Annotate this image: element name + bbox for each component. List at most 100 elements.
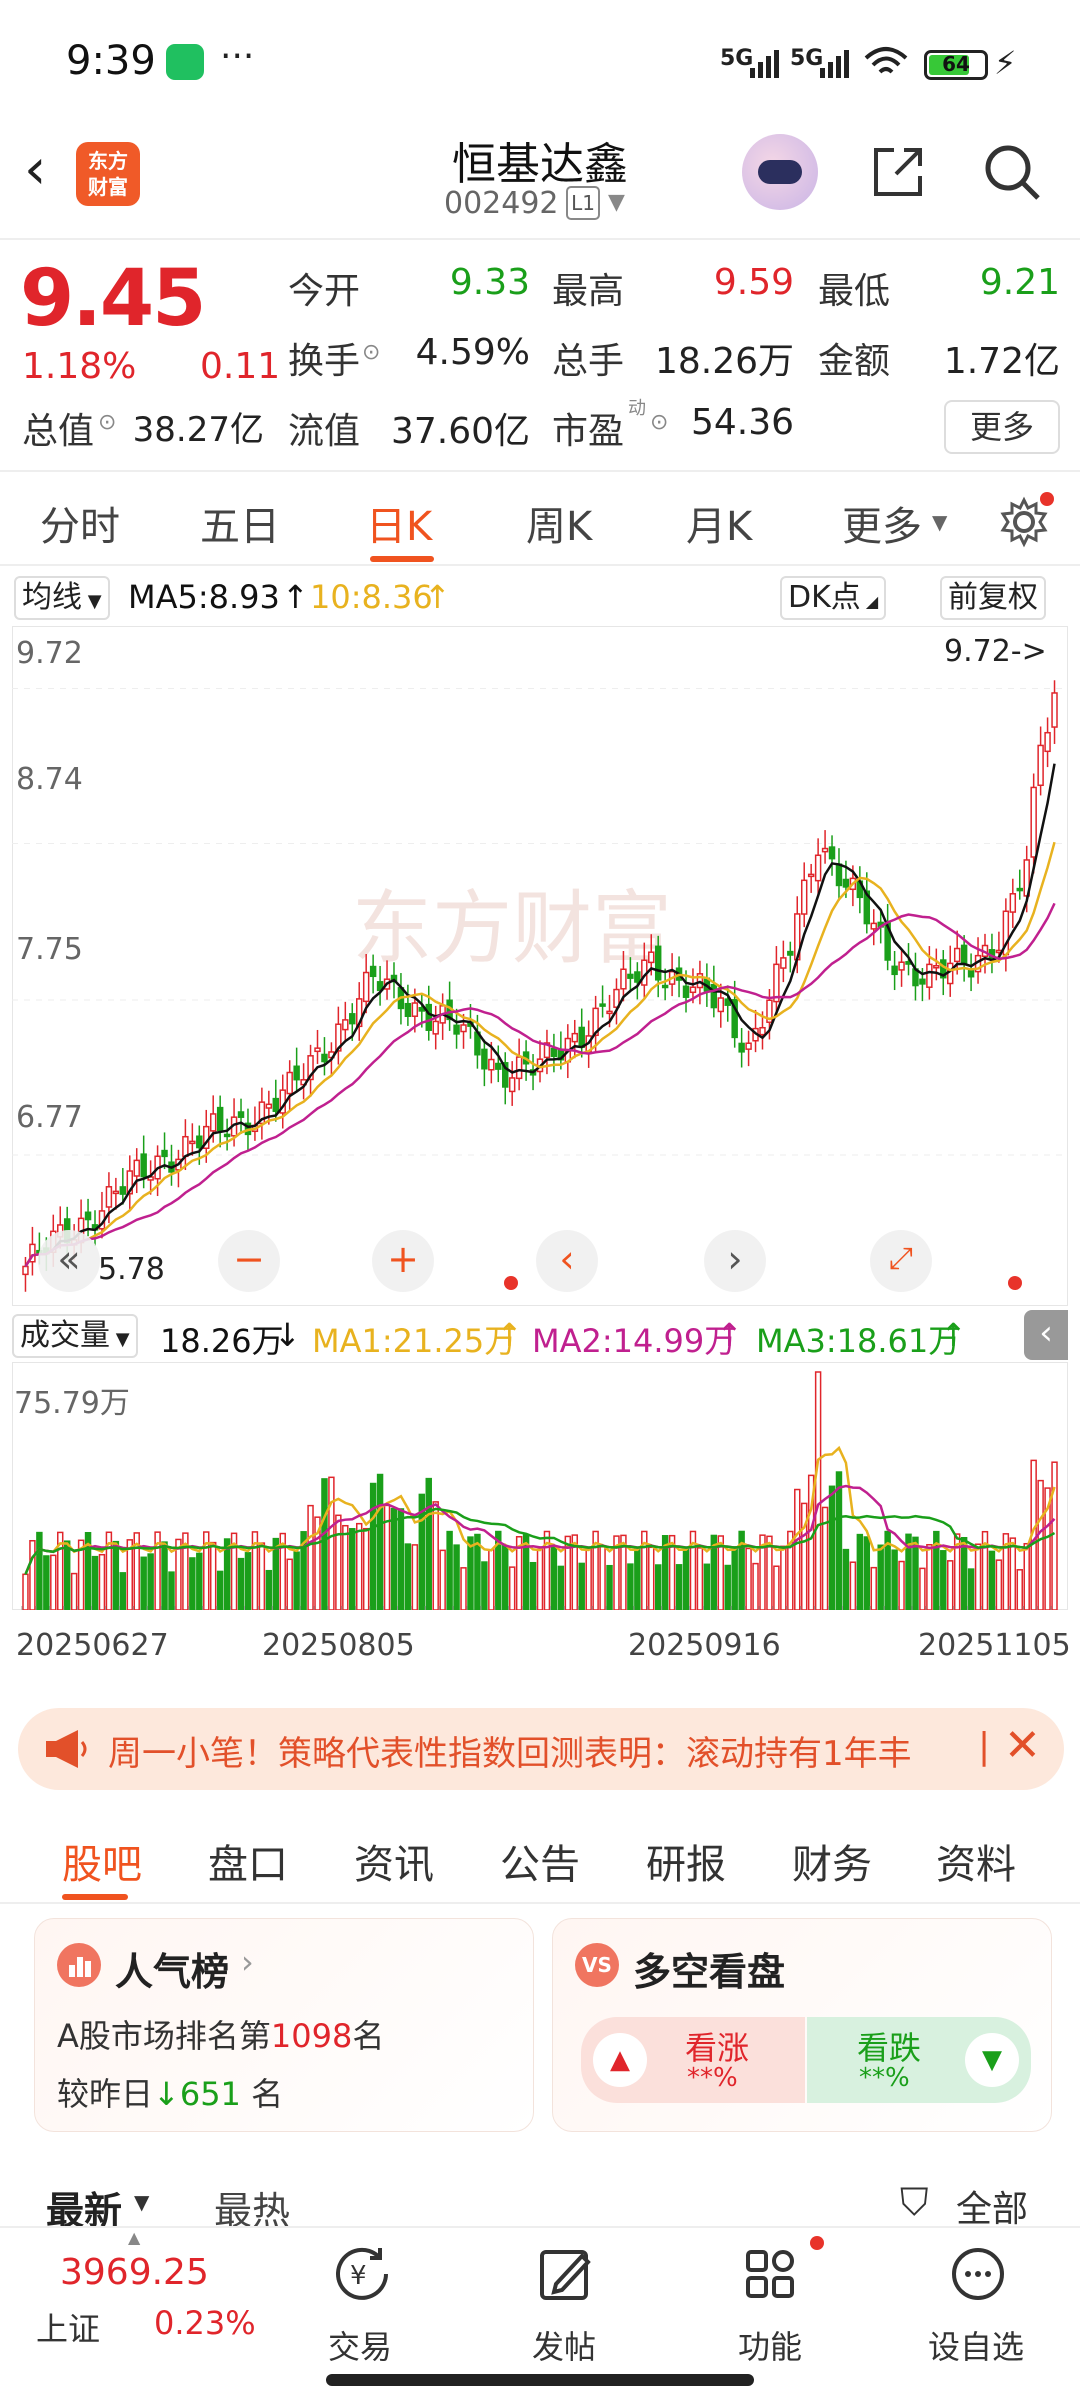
pe-superscript: 动 — [628, 398, 646, 419]
watchlist-label[interactable]: 设自选 — [928, 2322, 1024, 2368]
assistant-robot-icon[interactable] — [742, 134, 818, 210]
triangle-up-icon: ▲ — [593, 2033, 647, 2087]
edit-post-icon[interactable] — [534, 2242, 598, 2306]
tab-announcements[interactable]: 公告 — [500, 1832, 580, 1890]
battery-level: 64 — [942, 52, 970, 76]
chevron-right-icon[interactable]: › — [704, 1230, 766, 1292]
trade-icon[interactable]: ¥ — [330, 2242, 394, 2306]
info-icon[interactable]: ⊙ — [98, 410, 116, 435]
wechat-icon — [166, 44, 204, 80]
chevron-left-icon[interactable]: ‹ — [536, 1230, 598, 1292]
tab-intraday[interactable]: 分时 — [40, 494, 120, 552]
more-notifications-icon: ··· — [220, 36, 255, 77]
ma10-value: 10:8.36 — [310, 578, 433, 616]
fast-back-icon[interactable]: « — [38, 1230, 100, 1292]
tab-news[interactable]: 资讯 — [354, 1832, 434, 1890]
quote-panel: 9.45 1.18% 0.11 今开 9.33 最高 9.59 最低 9.21 … — [0, 238, 1080, 470]
banner-text[interactable]: 周一小笔！策略代表性指数回测表明：滚动持有1年丰 — [108, 1726, 988, 1775]
zoom-out-icon[interactable]: − — [218, 1230, 280, 1292]
ma5-value: MA5:8.93 — [128, 578, 280, 616]
filter-icon[interactable]: ⛉ — [900, 2180, 929, 2225]
index-percent: 0.23% — [154, 2304, 256, 2342]
volume-selector-label: 成交量 — [20, 1318, 110, 1353]
current-price: 9.45 — [20, 254, 206, 344]
volume-value: 18.26万 — [654, 341, 794, 382]
chevron-down-icon[interactable]: ▼ — [608, 190, 625, 215]
banner-divider: | — [978, 1726, 991, 1767]
post-label[interactable]: 发帖 — [532, 2322, 596, 2368]
tab-forum[interactable]: 股吧 — [62, 1832, 142, 1890]
index-name: 上证 — [36, 2310, 101, 2348]
expand-icon[interactable]: ⤢ — [870, 1230, 932, 1292]
ma-selector[interactable]: 均线 ▼ — [14, 576, 110, 620]
svg-text:¥: ¥ — [350, 2261, 367, 2291]
tab-research[interactable]: 研报 — [646, 1832, 726, 1890]
float-label: 流值 — [288, 411, 361, 452]
share-icon[interactable] — [866, 140, 930, 204]
mcap-label: 总值 — [22, 411, 95, 452]
megaphone-icon — [46, 1730, 87, 1768]
popularity-title: 人气榜 — [115, 1950, 230, 1994]
adjust-mode-button[interactable]: 前复权 — [940, 576, 1046, 620]
tab-weekly-k[interactable]: 周K — [526, 494, 592, 552]
low-value: 9.21 — [979, 262, 1060, 303]
rank-value: 1098 — [270, 2017, 353, 2055]
info-icon[interactable]: ⊙ — [362, 340, 380, 365]
apps-icon[interactable] — [738, 2242, 802, 2306]
more-quote-button[interactable]: 更多 — [944, 400, 1060, 454]
popularity-card[interactable]: 人气榜 › A股市场排名第1098名 较昨日↓651 名 — [34, 1918, 534, 2132]
home-indicator[interactable] — [326, 2374, 754, 2386]
func-label[interactable]: 功能 — [738, 2322, 802, 2368]
high-value: 9.59 — [713, 262, 794, 303]
chevron-down-icon[interactable]: ▼ — [134, 2190, 149, 2214]
promo-banner[interactable]: 周一小笔！策略代表性指数回测表明：滚动持有1年丰 | ✕ — [18, 1708, 1064, 1790]
add-watchlist-icon[interactable] — [946, 2242, 1010, 2306]
tab-more-periods[interactable]: 更多 — [842, 494, 922, 552]
volume-selector[interactable]: 成交量 ▼ — [12, 1314, 138, 1358]
signal-2-label: 5G — [790, 46, 824, 71]
ma-selector-label: 均线 — [22, 580, 82, 615]
float-value: 37.60亿 — [390, 411, 530, 452]
min-price-tag: 5.78 — [98, 1252, 165, 1287]
chevron-right-icon[interactable]: › — [241, 1943, 254, 1981]
tab-monthly-k[interactable]: 月K — [686, 494, 752, 552]
index-value[interactable]: 3969.25 — [60, 2252, 209, 2293]
trade-label[interactable]: 交易 — [328, 2322, 392, 2368]
tab-profile[interactable]: 资料 — [936, 1832, 1016, 1890]
zoom-in-icon[interactable]: + — [372, 1230, 434, 1292]
tab-daily-k[interactable]: 日K — [366, 494, 432, 552]
max-price-tag: 9.72-> — [944, 634, 1047, 669]
high-label: 最高 — [552, 271, 625, 312]
chevron-up-icon[interactable]: ▲ — [128, 2228, 140, 2247]
popularity-icon — [57, 1943, 101, 1987]
tab-five-day[interactable]: 五日 — [200, 494, 280, 552]
rank-change-value: 651 — [179, 2075, 241, 2113]
signal-1-label: 5G — [720, 46, 754, 71]
mcap-value: 38.27亿 — [132, 410, 264, 450]
dk-point-button[interactable]: DK点 ◢ — [780, 576, 887, 620]
candlestick-chart[interactable]: 东方财富 9.72 8.74 7.75 6.77 9.72-> 5.78 « −… — [12, 626, 1068, 1306]
volume-chart[interactable]: 75.79万 — [12, 1362, 1068, 1610]
bearish-button[interactable]: 看跌 **% ▼ — [807, 2017, 1031, 2103]
pe-value: 54.36 — [690, 402, 794, 443]
chevron-down-icon[interactable]: ▼ — [932, 510, 947, 534]
collapse-panel-icon[interactable]: ‹ — [1024, 1310, 1068, 1360]
search-icon[interactable] — [980, 140, 1044, 204]
close-icon[interactable]: ✕ — [1004, 1720, 1041, 1771]
section-tabs: 股吧 盘口 资讯 公告 研报 财务 资料 — [0, 1808, 1080, 1904]
volume-svg — [12, 1362, 1068, 1610]
charging-icon: ⚡ — [994, 44, 1017, 82]
sentiment-card[interactable]: VS 多空看盘 ▲ 看涨 **% 看跌 **% ▼ — [552, 1918, 1052, 2132]
tab-financials[interactable]: 财务 — [792, 1832, 872, 1890]
arrow-up-icon: ↑ — [716, 1316, 743, 1354]
status-time: 9:39 — [66, 38, 156, 84]
bearish-value: **% — [859, 2063, 910, 2093]
tab-order-book[interactable]: 盘口 — [208, 1832, 288, 1890]
pe-label: 市盈 — [552, 411, 625, 452]
info-icon[interactable]: ⊙ — [650, 410, 668, 435]
filter-label[interactable]: 全部 — [956, 2180, 1028, 2232]
stock-code[interactable]: 002492 — [444, 186, 559, 221]
rank-line: A股市场排名第1098名 — [57, 2011, 384, 2057]
bullish-button[interactable]: ▲ 看涨 **% — [581, 2017, 805, 2103]
rank-change-prefix: 较昨日 — [57, 2075, 154, 2113]
